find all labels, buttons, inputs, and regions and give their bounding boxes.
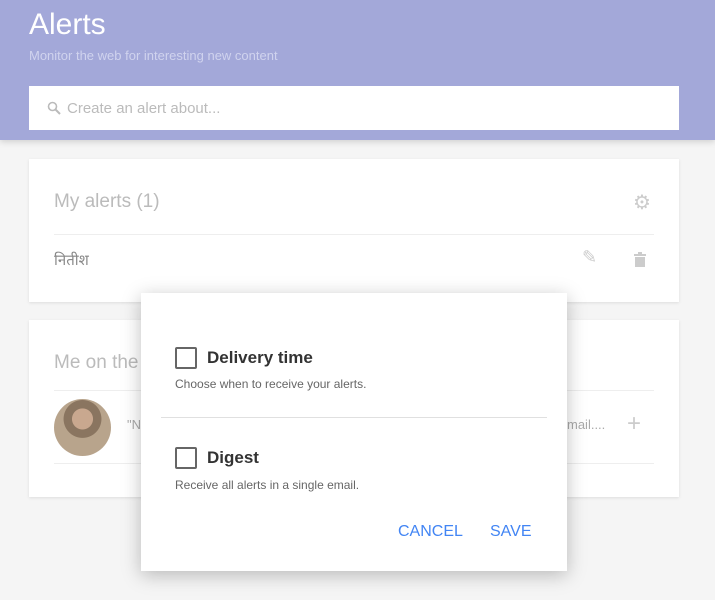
search-icon [47, 101, 61, 115]
delivery-time-description: Choose when to receive your alerts. [175, 377, 367, 391]
search-box [29, 86, 679, 130]
delete-icon[interactable] [634, 252, 646, 267]
delivery-time-option[interactable]: Delivery time [175, 347, 313, 369]
digest-label: Digest [207, 448, 259, 467]
divider [161, 417, 547, 418]
digest-description: Receive all alerts in a single email. [175, 478, 360, 492]
row-text-end: mail.... [567, 417, 606, 432]
alert-item-label[interactable]: नितीश [54, 250, 89, 270]
delivery-time-checkbox[interactable] [175, 347, 197, 369]
add-icon[interactable]: + [627, 410, 641, 438]
settings-dialog: Delivery time Choose when to receive you… [141, 293, 567, 571]
save-button[interactable]: SAVE [490, 523, 532, 541]
digest-option[interactable]: Digest [175, 447, 259, 469]
divider [54, 234, 654, 235]
edit-icon[interactable]: ✎ [582, 247, 597, 268]
gear-icon[interactable]: ⚙ [633, 190, 651, 215]
my-alerts-card: My alerts (1) ⚙ नितीश ✎ [29, 159, 679, 302]
page-title: Alerts [29, 8, 106, 41]
me-on-web-title: Me on the [54, 352, 139, 373]
cancel-button[interactable]: CANCEL [398, 523, 463, 541]
digest-checkbox[interactable] [175, 447, 197, 469]
avatar [54, 399, 111, 456]
row-text-start: "N [127, 417, 142, 432]
search-input[interactable] [67, 99, 647, 117]
my-alerts-title: My alerts (1) [54, 191, 160, 212]
delivery-time-label: Delivery time [207, 348, 313, 367]
header: Alerts Monitor the web for interesting n… [0, 0, 715, 140]
page-subtitle: Monitor the web for interesting new cont… [29, 48, 278, 63]
